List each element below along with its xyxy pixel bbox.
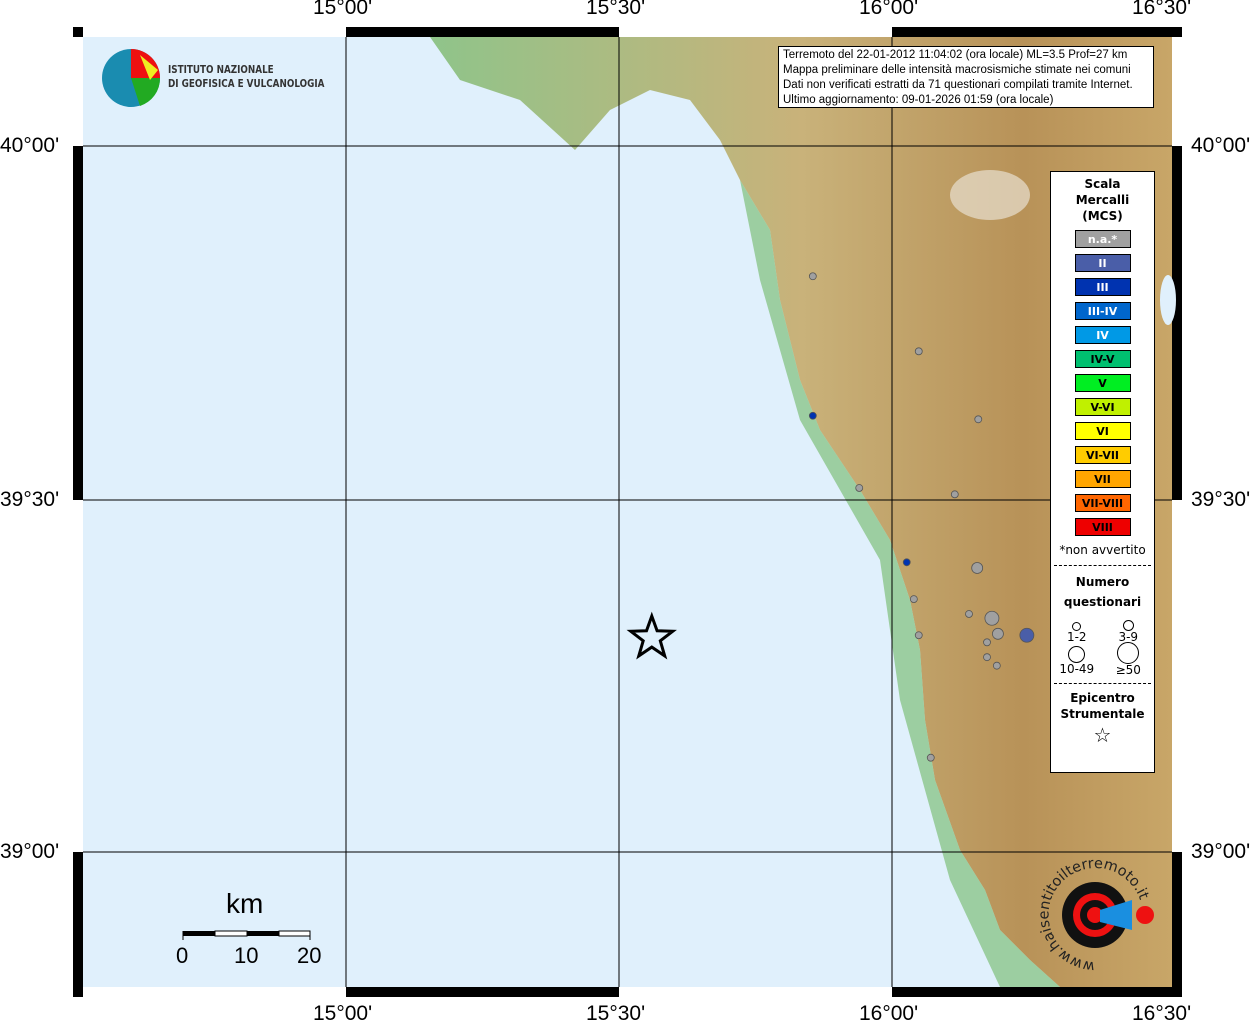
lon-tick-bottom: 15°00': [313, 1002, 373, 1025]
observation-point[interactable]: [983, 653, 991, 662]
observation-point[interactable]: [909, 595, 918, 604]
ingv-logo-globe: [102, 49, 161, 107]
divider: [1054, 565, 1151, 566]
swatch-vivii: VI-VII: [1074, 446, 1131, 464]
lat-tick-right: 39°30': [1191, 488, 1251, 511]
intensity-swatches: n.a.* II III III-IV IV IV-V V V-VI VI VI-VII VII VI…: [1051, 230, 1154, 536]
divider: [1054, 683, 1151, 684]
swatch-na: n.a.*: [1074, 230, 1131, 248]
observation-point[interactable]: [971, 562, 984, 574]
count-title: Numero: [1075, 575, 1130, 589]
size-legend: 1-2 3-9 10-49 ≥50: [1051, 618, 1154, 677]
size-circle-icon: [1117, 642, 1140, 664]
observation-point[interactable]: [914, 347, 923, 356]
scale-unit: km: [226, 888, 264, 919]
observation-point[interactable]: [926, 753, 935, 762]
swatch-v: V: [1074, 374, 1131, 392]
lat-tick-left: 39°00': [0, 840, 60, 863]
scale-label: 0: [176, 943, 189, 968]
scale-label: 10: [234, 943, 259, 968]
legend-note: *non avvertito: [1059, 543, 1146, 557]
info-line: Terremoto del 22-01-2012 11:04:02 (ora l…: [783, 49, 1128, 61]
info-line: Mappa preliminare delle intensità macros…: [783, 64, 1131, 76]
info-line: Dati non verificati estratti da 71 quest…: [783, 79, 1133, 91]
swatch-viiviii: VII-VIII: [1074, 494, 1131, 512]
size-label: 10-49: [1059, 662, 1095, 676]
epicenter-title: Epicentro: [1070, 691, 1135, 705]
observation-point[interactable]: [902, 558, 911, 567]
observation-point[interactable]: [1019, 627, 1035, 643]
logo-line: ISTITUTO NAZIONALE: [168, 63, 274, 76]
observation-point[interactable]: [965, 610, 973, 618]
lat-tick-right: 40°00': [1191, 134, 1251, 157]
logo-line: DI GEOFISICA E VULCANOLOGIA: [168, 77, 325, 90]
observation-point[interactable]: [808, 272, 817, 281]
lon-tick-bottom: 16°00': [859, 1002, 919, 1025]
size-label: 1-2: [1066, 630, 1087, 644]
swatch-iv: IV: [1074, 326, 1131, 344]
sea-east: [1160, 275, 1176, 325]
observation-point[interactable]: [992, 627, 1004, 640]
size-label: ≥50: [1115, 663, 1141, 677]
observation-point[interactable]: [855, 484, 864, 492]
swatch-vii: VII: [1074, 470, 1131, 488]
observation-point[interactable]: [914, 631, 923, 640]
swatch-ivv: IV-V: [1074, 350, 1131, 368]
lat-tick-left: 40°00': [0, 134, 60, 157]
epicenter-title: Strumentale: [1060, 707, 1145, 721]
star-icon: ☆: [1093, 723, 1112, 747]
swatch-viii: VIII: [1074, 518, 1131, 536]
observation-point[interactable]: [950, 490, 959, 499]
observation-point[interactable]: [974, 415, 983, 424]
lat-tick-left: 39°30': [0, 488, 60, 511]
lon-tick-bottom: 16°30': [1132, 1002, 1192, 1025]
lon-tick-top: 15°00': [313, 0, 373, 19]
swatch-ii: II: [1074, 254, 1131, 272]
swatch-vvi: V-VI: [1074, 398, 1131, 416]
event-info-box: Terremoto del 22-01-2012 11:04:02 (ora l…: [778, 46, 1154, 108]
info-line: Ultimo aggiornamento: 09-01-2026 01:59 (…: [783, 94, 1054, 106]
swatch-iiiiv: III-IV: [1074, 302, 1131, 320]
observation-point[interactable]: [984, 610, 1000, 626]
ingv-logo-text: ISTITUTO NAZIONALE DI GEOFISICA E VULCAN…: [168, 63, 324, 91]
observation-point[interactable]: [992, 661, 1001, 670]
count-title: questionari: [1063, 595, 1142, 609]
legend-title: Mercalli: [1075, 193, 1130, 207]
scale-label: 20: [297, 943, 322, 968]
lon-tick-top: 16°00': [859, 0, 919, 19]
lat-tick-right: 39°00': [1191, 840, 1251, 863]
lon-tick-top: 15°30': [586, 0, 646, 19]
lon-tick-top: 16°30': [1132, 0, 1192, 19]
swatch-iii: III: [1074, 278, 1131, 296]
size-circle-icon: [1068, 646, 1086, 663]
observation-point[interactable]: [983, 638, 991, 647]
legend-title: Scala: [1084, 177, 1121, 191]
mountain-peak: [950, 170, 1030, 220]
swatch-vi: VI: [1074, 422, 1131, 440]
legend: Scala Mercalli (MCS) n.a.* II III III-IV IV I…: [1050, 171, 1155, 773]
lon-tick-bottom: 15°30': [586, 1002, 646, 1025]
observation-point[interactable]: [808, 411, 817, 420]
legend-title: (MCS): [1082, 209, 1123, 223]
